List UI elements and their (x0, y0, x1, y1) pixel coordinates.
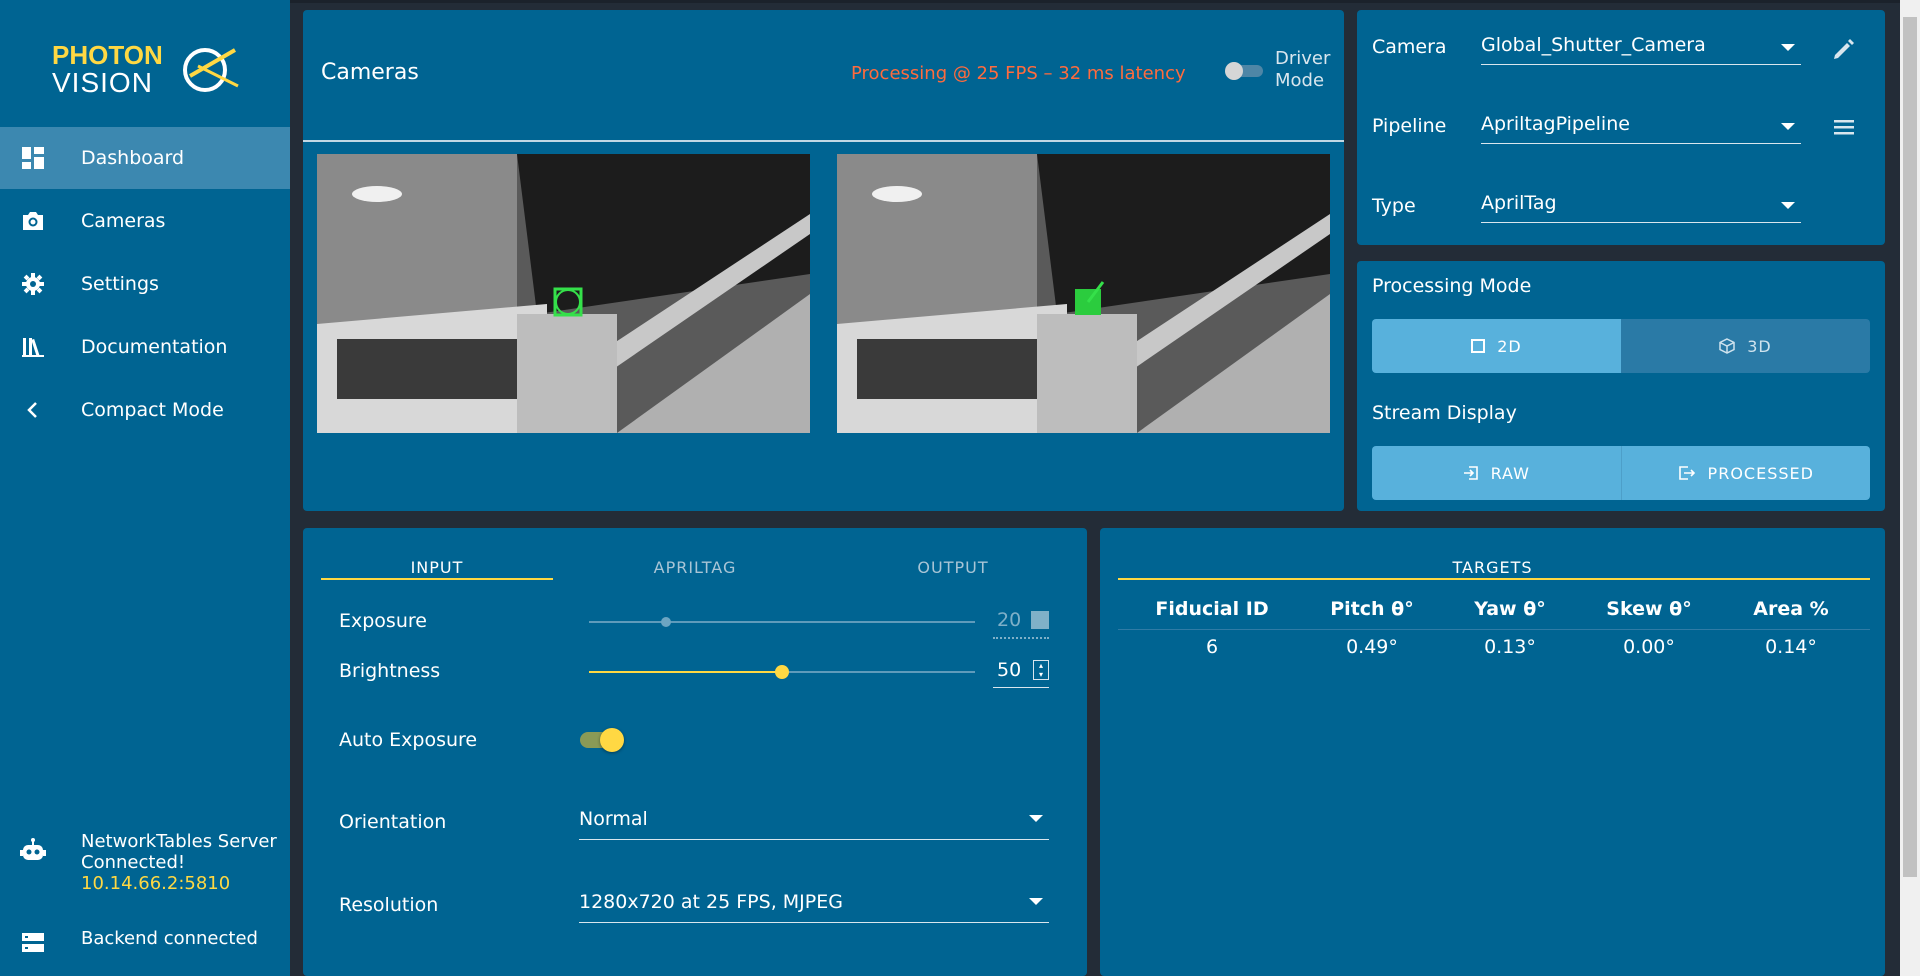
mode-3d-button[interactable]: 3D (1621, 319, 1870, 373)
chevron-left-icon (18, 395, 48, 425)
raw-stream-button[interactable]: RAW (1372, 446, 1621, 500)
driver-mode-label: Driver Mode (1275, 48, 1331, 91)
processing-mode-toggle: 2D 3D (1372, 319, 1870, 373)
robot-icon (18, 835, 48, 865)
processing-status: Processing @ 25 FPS – 32 ms latency (851, 63, 1186, 84)
chevron-down-icon (1781, 44, 1795, 51)
orientation-label: Orientation (339, 811, 447, 833)
processed-stream-image (837, 154, 1330, 433)
table-cell: 0.00° (1623, 636, 1675, 658)
photonvision-logo[interactable]: PHOTON VISION (50, 38, 240, 98)
menu-icon[interactable] (1831, 114, 1857, 140)
pipeline-label: Pipeline (1372, 115, 1447, 137)
driver-mode-toggle[interactable] (1223, 62, 1265, 80)
camera-icon (18, 206, 48, 236)
sidebar-item-dashboard[interactable]: Dashboard (0, 127, 290, 189)
targets-card: TARGETS Fiducial ID Pitch θ° Yaw θ° Skew… (1100, 528, 1885, 976)
resolution-label: Resolution (339, 894, 439, 916)
sidebar-item-compact-mode[interactable]: Compact Mode (0, 379, 290, 441)
sidebar-item-cameras[interactable]: Cameras (0, 190, 290, 252)
networktables-status: NetworkTables Server Connected! 10.14.66… (0, 831, 290, 894)
library-icon (18, 332, 48, 362)
stream-display-title: Stream Display (1372, 402, 1517, 424)
active-tab-indicator (321, 578, 553, 580)
sidebar-item-label: Settings (81, 273, 159, 295)
chevron-down-icon (1029, 815, 1043, 822)
logout-icon (1678, 465, 1696, 481)
resolution-select[interactable]: 1280x720 at 25 FPS, MJPEG (579, 888, 1049, 923)
targets-underline (1118, 578, 1870, 580)
svg-text:VISION: VISION (52, 67, 153, 98)
table-header-yaw: Yaw θ° (1474, 598, 1546, 620)
divider (303, 140, 1344, 142)
table-cell: 0.49° (1346, 636, 1398, 658)
orientation-select[interactable]: Normal (579, 805, 1049, 840)
server-icon (18, 928, 48, 958)
square-icon (1471, 339, 1486, 353)
backend-label: Backend connected (81, 928, 258, 949)
chevron-down-icon (1781, 202, 1795, 209)
cameras-card: Cameras Processing @ 25 FPS – 32 ms late… (303, 10, 1344, 511)
page-title: Cameras (321, 60, 419, 85)
brightness-label: Brightness (339, 660, 441, 682)
pipeline-selector-card: Camera Global_Shutter_Camera Pipeline Ap… (1357, 10, 1885, 245)
table-cell: 6 (1205, 636, 1219, 658)
processing-mode-card: Processing Mode 2D 3D Stream Display RAW… (1357, 261, 1885, 511)
chevron-down-icon (1029, 898, 1043, 905)
sidebar-item-label: Documentation (81, 336, 228, 358)
edit-pencil-icon[interactable] (1831, 36, 1857, 62)
exposure-slider-thumb[interactable] (661, 617, 672, 627)
chevron-down-icon (1781, 123, 1795, 130)
processed-stream-button[interactable]: PROCESSED (1620, 446, 1870, 500)
table-row-divider (1118, 629, 1870, 630)
top-edge (290, 0, 1900, 3)
table-header-fiducial-id: Fiducial ID (1155, 598, 1269, 620)
camera-label: Camera (1372, 36, 1447, 58)
gear-icon (18, 269, 48, 299)
table-cell: 0.13° (1484, 636, 1536, 658)
table-header-pitch: Pitch θ° (1330, 598, 1414, 620)
sidebar-item-label: Dashboard (81, 147, 185, 169)
cube-icon (1719, 338, 1735, 354)
auto-exposure-toggle-thumb[interactable] (600, 728, 624, 752)
brightness-slider-thumb[interactable] (775, 665, 789, 679)
svg-text:PHOTON: PHOTON (52, 40, 163, 70)
type-select[interactable]: AprilTag (1481, 192, 1801, 223)
processing-mode-title: Processing Mode (1372, 275, 1532, 297)
stepper-icon (1031, 611, 1049, 629)
input-settings-card: INPUT APRILTAG OUTPUT Exposure 20 Bright… (303, 528, 1087, 976)
raw-stream-image (317, 154, 810, 433)
sidebar-item-label: Compact Mode (81, 399, 224, 421)
mode-2d-button[interactable]: 2D (1372, 319, 1621, 373)
exposure-input[interactable]: 20 (993, 607, 1049, 639)
type-label: Type (1372, 195, 1416, 217)
brightness-slider-fill (589, 671, 782, 673)
auto-exposure-label: Auto Exposure (339, 729, 478, 751)
stream-display-toggle: RAW PROCESSED (1372, 446, 1870, 500)
exposure-label: Exposure (339, 610, 427, 632)
backend-status: Backend connected (0, 928, 290, 958)
table-header-skew: Skew θ° (1606, 598, 1692, 620)
table-header-area: Area % (1753, 598, 1829, 620)
sidebar-item-label: Cameras (81, 210, 166, 232)
networktables-connected: Connected! (81, 852, 186, 873)
sidebar-item-settings[interactable]: Settings (0, 253, 290, 315)
networktables-label: NetworkTables Server (81, 831, 277, 852)
sidebar: PHOTON VISION Dashboard Cameras Settings… (0, 0, 290, 976)
table-cell: 0.14° (1765, 636, 1817, 658)
stepper-icon[interactable]: ▴ ▾ (1033, 660, 1049, 680)
camera-select[interactable]: Global_Shutter_Camera (1481, 34, 1801, 65)
brightness-input[interactable]: 50 ▴ ▾ (993, 657, 1049, 688)
login-icon (1463, 465, 1479, 481)
tab-output[interactable]: OUTPUT (837, 542, 1069, 592)
targets-title: TARGETS (1452, 557, 1533, 577)
page-scrollbar-thumb[interactable] (1903, 17, 1917, 877)
networktables-address: 10.14.66.2:5810 (81, 873, 231, 894)
dashboard-icon (18, 143, 48, 173)
tab-apriltag[interactable]: APRILTAG (579, 542, 811, 592)
sidebar-item-documentation[interactable]: Documentation (0, 316, 290, 378)
exposure-slider[interactable] (589, 621, 975, 623)
tab-input[interactable]: INPUT (321, 542, 553, 592)
pipeline-select[interactable]: ApriltagPipeline (1481, 113, 1801, 144)
